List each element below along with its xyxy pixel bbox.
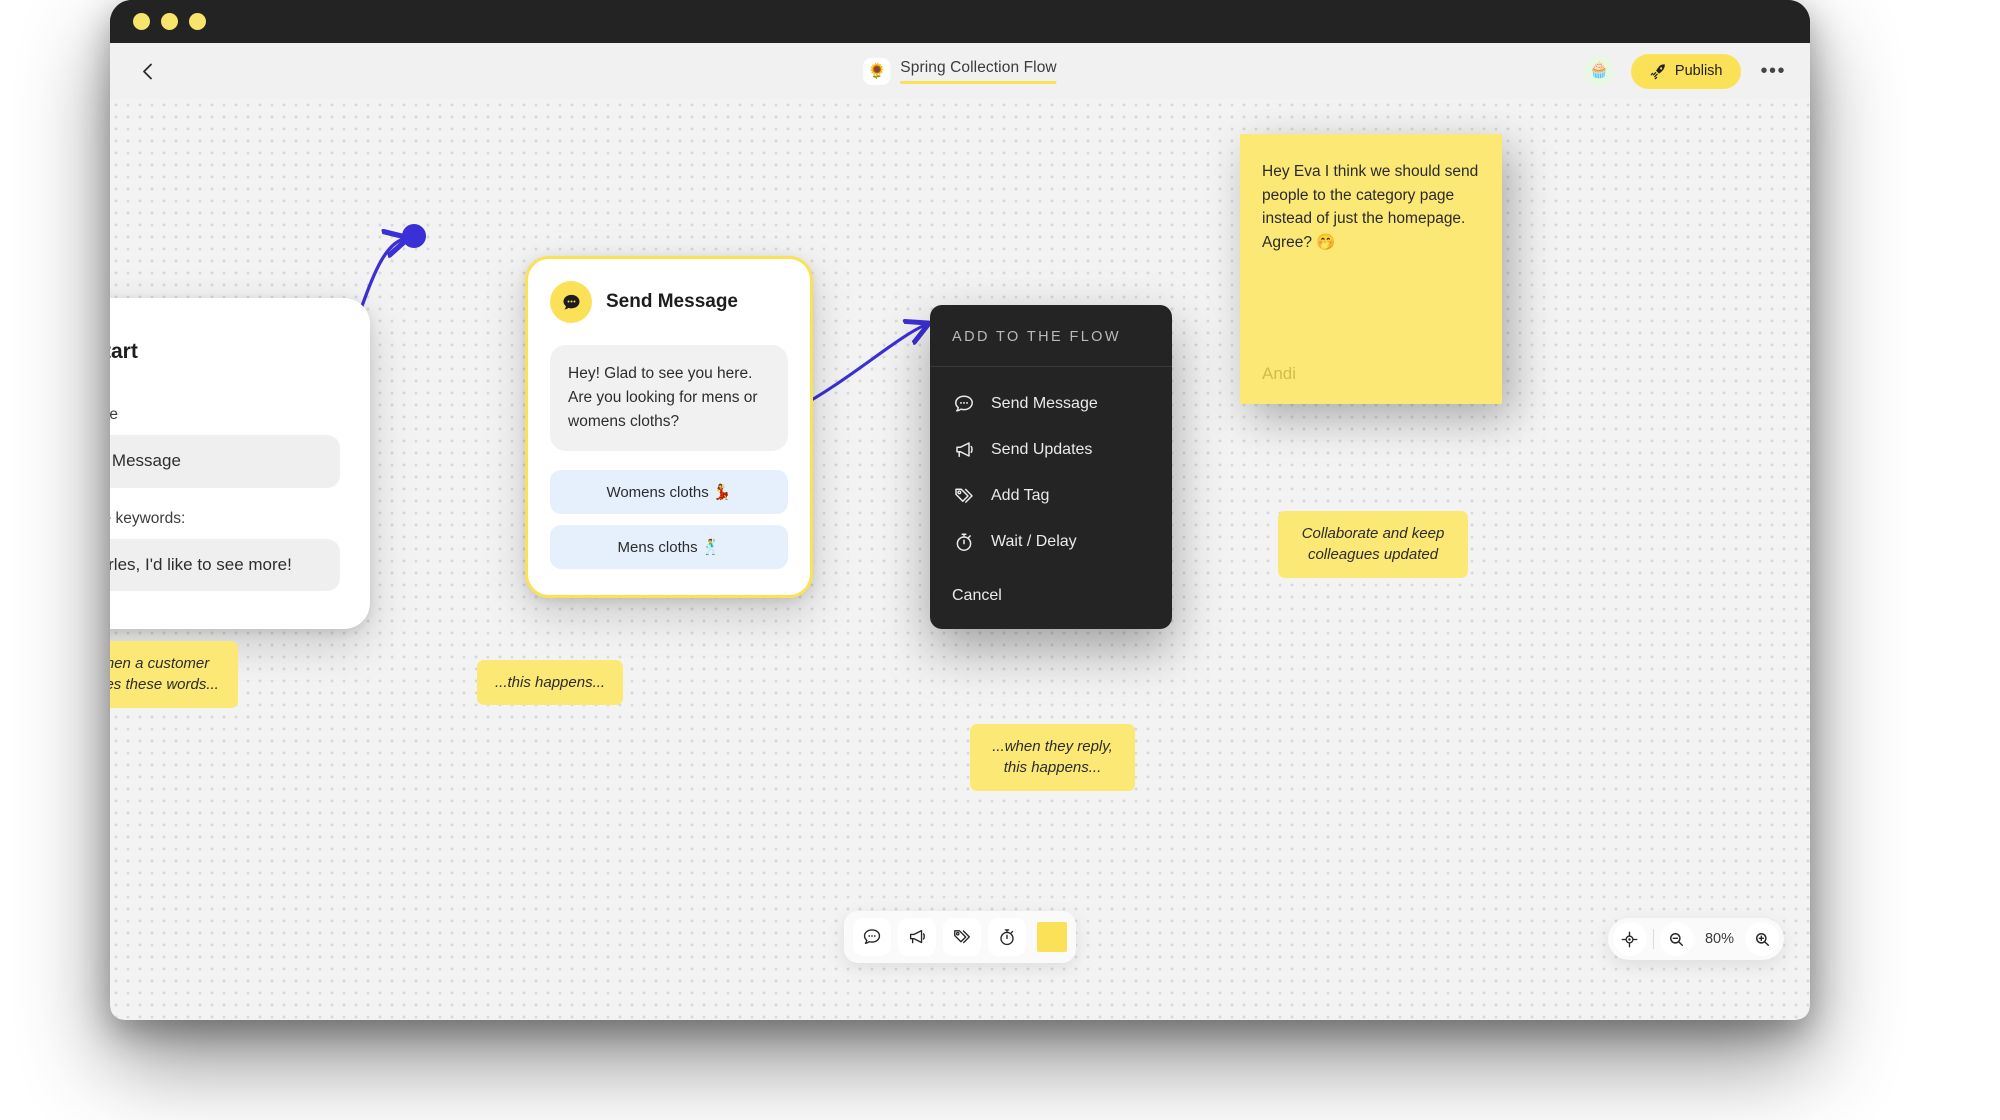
sticky-note-author: Andi: [1262, 364, 1297, 383]
flower-icon: 🌻: [863, 57, 891, 85]
event-source-field[interactable]: Matched Message: [110, 435, 340, 488]
rocket-icon: [1650, 63, 1665, 79]
input-handle-send: [402, 224, 426, 248]
callout-this-happens: ...this happens...: [477, 660, 624, 706]
app-window: 🌻 Spring Collection Flow 🧁 Publish ••• a…: [110, 0, 1810, 1020]
zoom-level-label: 80%: [1704, 931, 1734, 947]
avatar[interactable]: 🧁: [1583, 56, 1614, 86]
keywords-label: Any of those keywords:: [110, 509, 186, 527]
add-menu-list: Send Message Send Updates Add Tag Wait /…: [930, 367, 1172, 571]
timer-icon: [1000, 929, 1014, 946]
window-close-dot[interactable]: [133, 13, 150, 30]
recenter-button[interactable]: [1612, 922, 1647, 956]
node-start[interactable]: Start Event/Source Matched Message Any o…: [110, 298, 370, 630]
menu-label: Add Tag: [991, 487, 1050, 504]
page-title[interactable]: Spring Collection Flow: [900, 59, 1057, 84]
app-header: 🌻 Spring Collection Flow 🧁 Publish •••: [110, 43, 1810, 99]
menu-item-send-updates[interactable]: Send Updates: [930, 427, 1172, 473]
menu-item-wait-delay[interactable]: Wait / Delay: [930, 519, 1172, 565]
sticky-note[interactable]: Hey Eva I think we should send people to…: [1240, 134, 1502, 404]
window-maximize-dot[interactable]: [189, 13, 206, 30]
document-title-group[interactable]: 🌻 Spring Collection Flow: [863, 57, 1057, 85]
menu-label: Send Updates: [991, 441, 1093, 458]
toolbar-add-tag-button[interactable]: [943, 918, 981, 956]
toolbar-send-message-button[interactable]: [853, 918, 891, 956]
zoom-divider: [1652, 929, 1654, 949]
zoom-out-icon: [1670, 932, 1684, 946]
callout-collaborate: Collaborate and keep colleagues updated: [1278, 511, 1468, 578]
window-titlebar: [110, 0, 1810, 43]
timer-icon: [952, 530, 976, 554]
canvas-toolbar[interactable]: [844, 911, 1076, 963]
message-bubble[interactable]: Hey! Glad to see you here. Are you looki…: [550, 345, 788, 452]
tag-icon: [954, 930, 970, 944]
publish-label: Publish: [1674, 63, 1723, 79]
add-to-flow-menu[interactable]: ADD TO THE FLOW Send Message Send Update…: [930, 305, 1172, 629]
sticky-note-text: Hey Eva I think we should send people to…: [1262, 163, 1479, 251]
quick-reply-mens[interactable]: Mens cloths 🕺: [550, 525, 788, 570]
chevron-left-icon: [142, 63, 152, 79]
megaphone-icon: [952, 438, 976, 462]
zoom-controls[interactable]: 80%: [1607, 918, 1784, 960]
zoom-in-button[interactable]: [1745, 922, 1779, 956]
menu-label: Wait / Delay: [991, 533, 1077, 550]
menu-label: Send Message: [991, 395, 1098, 412]
send-card-header: Send Message: [550, 281, 788, 323]
chat-bubble-icon: [863, 929, 881, 944]
node-send-message[interactable]: Send Message Hey! Glad to see you here. …: [525, 256, 813, 599]
callout-when-they-reply: ...when they reply, this happens...: [970, 724, 1135, 791]
sticky-note-icon[interactable]: [1037, 922, 1067, 952]
zoom-out-button[interactable]: [1659, 922, 1694, 956]
flow-canvas[interactable]: Start Event/Source Matched Message Any o…: [110, 99, 1810, 1020]
event-source-label: Event/Source: [110, 406, 119, 423]
menu-item-send-message[interactable]: Send Message: [930, 381, 1172, 427]
header-actions: 🧁 Publish •••: [1583, 53, 1788, 89]
zoom-in-icon: [1755, 932, 1769, 946]
start-title: Start: [110, 340, 138, 363]
toolbar-wait-delay-button[interactable]: [988, 918, 1026, 956]
cancel-button[interactable]: Cancel: [930, 571, 1172, 629]
megaphone-icon: [909, 929, 925, 944]
tag-icon: [952, 484, 976, 508]
chat-bubble-icon: [550, 281, 592, 323]
publish-button[interactable]: Publish: [1630, 53, 1742, 89]
back-button[interactable]: [132, 56, 162, 86]
start-card-header: Start: [110, 328, 340, 376]
menu-item-add-tag[interactable]: Add Tag: [930, 473, 1172, 519]
window-minimize-dot[interactable]: [161, 13, 178, 30]
quick-reply-womens[interactable]: Womens cloths 💃: [550, 470, 788, 515]
toolbar-send-updates-button[interactable]: [898, 918, 936, 956]
keywords-field[interactable]: Hey Charles, I'd like to see more!: [110, 538, 340, 592]
chat-bubble-icon: [952, 392, 976, 416]
more-options-button[interactable]: •••: [1758, 61, 1788, 81]
crosshair-icon: [1622, 931, 1638, 947]
callout-when-customer-writes: When a customer writes these words...: [110, 641, 238, 708]
add-menu-title: ADD TO THE FLOW: [930, 305, 1172, 367]
send-message-title: Send Message: [606, 291, 738, 312]
